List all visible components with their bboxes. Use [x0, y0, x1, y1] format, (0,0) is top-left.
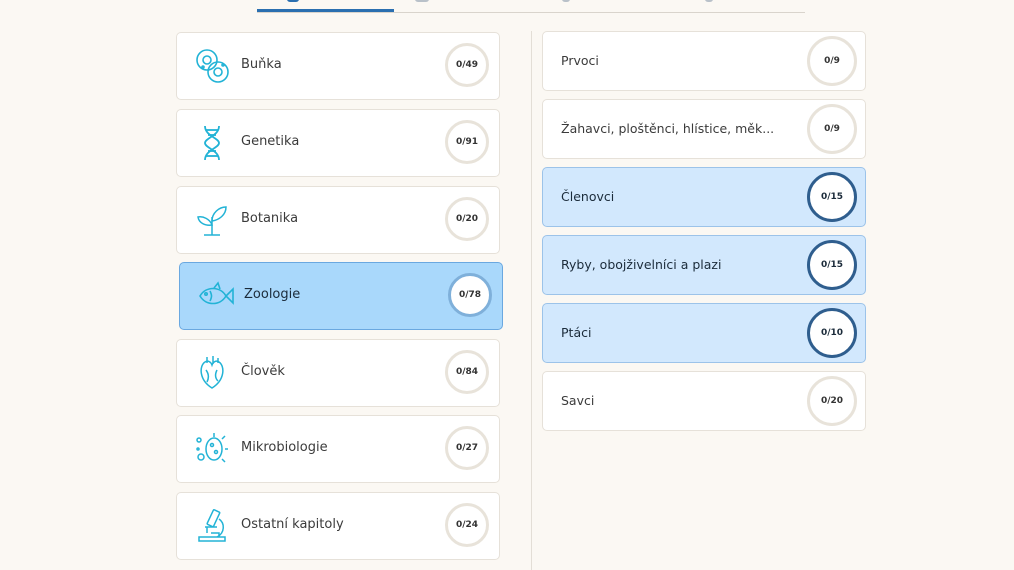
progress-ring: 0/27 — [445, 426, 489, 470]
category-card-bunka[interactable]: Buňka 0/49 — [176, 32, 500, 100]
progress-count: 0/27 — [455, 443, 479, 453]
progress-ring: 0/78 — [448, 273, 492, 317]
progress-count: 0/10 — [820, 328, 844, 338]
category-card-botanika[interactable]: Botanika 0/20 — [176, 186, 500, 254]
tab-strip — [257, 0, 805, 13]
category-label: Mikrobiologie — [241, 440, 328, 455]
subcategory-card-prvoci[interactable]: Prvoci 0/9 — [542, 31, 866, 91]
human-heart-icon — [193, 354, 231, 392]
category-card-clovek[interactable]: Člověk 0/84 — [176, 339, 500, 407]
subcategory-label: Ptáci — [561, 325, 592, 340]
subcategory-card-savci[interactable]: Savci 0/20 — [542, 371, 866, 431]
sprout-icon — [193, 201, 231, 239]
progress-count: 0/15 — [820, 192, 844, 202]
category-label: Ostatní kapitoly — [241, 517, 344, 532]
progress-ring: 0/91 — [445, 120, 489, 164]
progress-ring: 0/24 — [445, 503, 489, 547]
subcategory-label: Prvoci — [561, 53, 599, 68]
category-label: Botanika — [241, 211, 299, 226]
tab-text-fragment — [705, 0, 713, 2]
category-label: Genetika — [241, 134, 300, 149]
progress-ring: 0/20 — [807, 376, 857, 426]
fish-icon — [196, 277, 234, 315]
progress-count: 0/84 — [455, 367, 479, 377]
tab-text-fragment — [562, 0, 570, 2]
progress-count: 0/49 — [455, 60, 479, 70]
category-label: Zoologie — [244, 287, 301, 302]
progress-count: 0/20 — [455, 214, 479, 224]
progress-ring: 0/10 — [807, 308, 857, 358]
tab-icon-fragment — [287, 0, 299, 2]
progress-count: 0/9 — [824, 56, 840, 66]
progress-count: 0/9 — [824, 124, 840, 134]
progress-count: 0/20 — [820, 396, 844, 406]
column-divider — [531, 31, 532, 570]
progress-count: 0/24 — [455, 520, 479, 530]
category-card-ostatni-kapitoly[interactable]: Ostatní kapitoly 0/24 — [176, 492, 500, 560]
tab-icon-fragment — [415, 0, 429, 2]
subcategory-card-zahavci[interactable]: Žahavci, ploštěnci, hlístice, měk... 0/9 — [542, 99, 866, 159]
subcategory-label: Savci — [561, 393, 595, 408]
microscope-icon — [193, 507, 231, 545]
progress-ring: 0/15 — [807, 240, 857, 290]
cell-icon — [193, 47, 231, 85]
progress-count: 0/91 — [455, 137, 479, 147]
microbe-icon — [193, 430, 231, 468]
category-card-zoologie[interactable]: Zoologie 0/78 — [179, 262, 503, 330]
subcategory-card-ryby[interactable]: Ryby, obojživelníci a plazi 0/15 — [542, 235, 866, 295]
progress-ring: 0/9 — [807, 104, 857, 154]
category-label: Buňka — [241, 57, 282, 72]
subcategory-label: Členovci — [561, 189, 615, 204]
progress-count: 0/15 — [820, 260, 844, 270]
progress-ring: 0/20 — [445, 197, 489, 241]
subcategory-label: Žahavci, ploštěnci, hlístice, měk... — [561, 121, 775, 136]
category-label: Člověk — [241, 364, 285, 379]
category-card-mikrobiologie[interactable]: Mikrobiologie 0/27 — [176, 415, 500, 483]
progress-ring: 0/84 — [445, 350, 489, 394]
progress-count: 0/78 — [458, 290, 482, 300]
progress-ring: 0/15 — [807, 172, 857, 222]
subcategory-card-clenovci[interactable]: Členovci 0/15 — [542, 167, 866, 227]
dna-icon — [193, 124, 231, 162]
progress-ring: 0/9 — [807, 36, 857, 86]
subcategory-label: Ryby, obojživelníci a plazi — [561, 257, 722, 272]
progress-ring: 0/49 — [445, 43, 489, 87]
subcategory-card-ptaci[interactable]: Ptáci 0/10 — [542, 303, 866, 363]
tab-active-indicator — [257, 9, 394, 12]
category-card-genetika[interactable]: Genetika 0/91 — [176, 109, 500, 177]
